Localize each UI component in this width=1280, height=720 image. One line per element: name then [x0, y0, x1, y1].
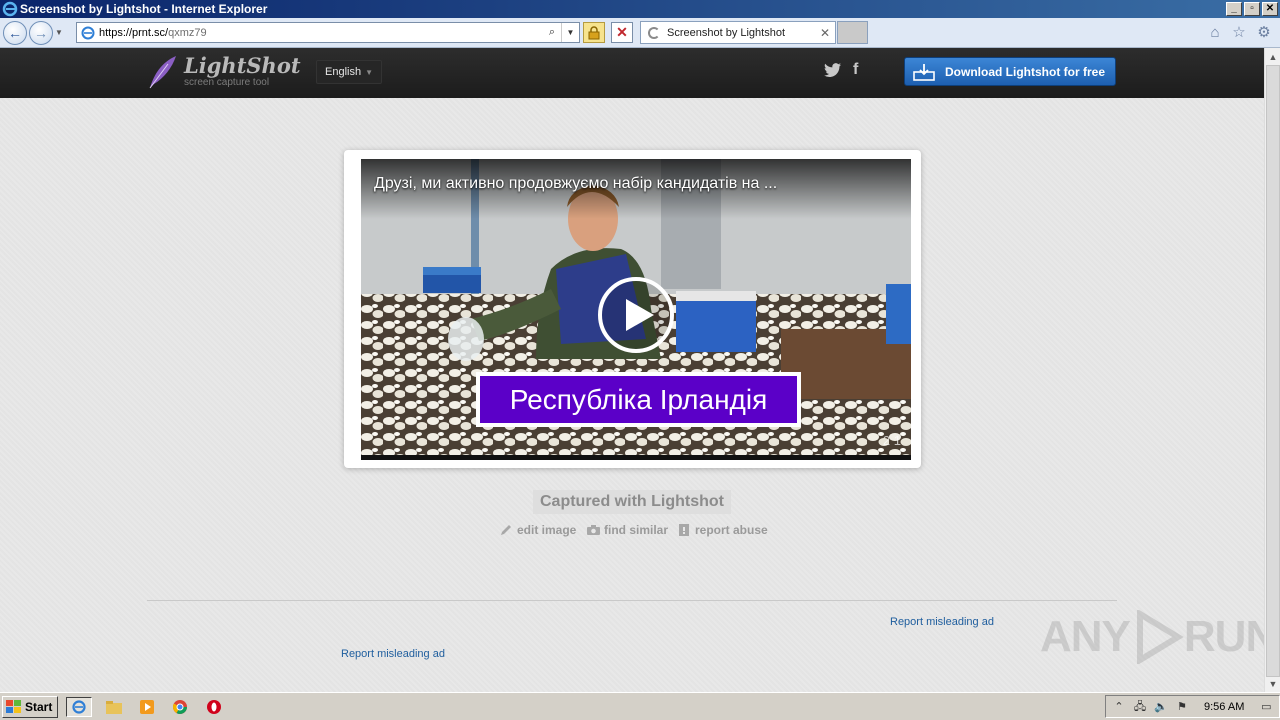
- page-icon: [81, 26, 95, 39]
- tray-chevron-up-icon[interactable]: ⌃: [1111, 699, 1127, 715]
- report-abuse-link[interactable]: report abuse: [678, 523, 768, 537]
- address-bar[interactable]: https://prnt.sc/qxmz79 ⌕ ▼: [76, 22, 580, 43]
- taskbar-clock[interactable]: 9:56 AM: [1204, 701, 1244, 713]
- taskbar-chrome-icon[interactable]: [169, 697, 191, 717]
- loading-icon: [648, 26, 660, 39]
- video-title: Друзі, ми активно продовжуємо набір канд…: [374, 175, 778, 192]
- download-label: Download Lightshot for free: [945, 64, 1105, 79]
- report-misleading-ad-link[interactable]: Report misleading ad: [341, 648, 445, 660]
- page-scrollbar[interactable]: ▲ ▼: [1264, 48, 1280, 692]
- play-icon[interactable]: [596, 275, 676, 355]
- internet-explorer-icon: [2, 1, 18, 17]
- action-center-flag-icon[interactable]: ⚑: [1174, 699, 1190, 715]
- volume-icon[interactable]: 🔈: [1153, 699, 1169, 715]
- tab-label: Screenshot by Lightshot: [667, 26, 786, 39]
- watermark-left: ANY: [1040, 612, 1131, 661]
- facebook-icon[interactable]: f: [853, 61, 858, 79]
- taskbar: Start: [0, 692, 1280, 720]
- divider: [147, 600, 1117, 601]
- home-icon[interactable]: ⌂: [1206, 24, 1224, 42]
- twitter-icon[interactable]: [824, 63, 841, 80]
- play-triangle-icon: [1136, 610, 1184, 664]
- lock-icon[interactable]: [583, 22, 605, 43]
- gear-icon[interactable]: ⚙: [1255, 24, 1273, 42]
- close-button[interactable]: ✕: [1262, 2, 1278, 16]
- pencil-icon: [501, 525, 511, 535]
- watermark-right: RUN: [1183, 612, 1264, 661]
- chevron-down-icon: ▼: [365, 68, 373, 77]
- window-titlebar: Screenshot by Lightshot - Internet Explo…: [0, 0, 1280, 18]
- new-tab-button[interactable]: [837, 21, 868, 44]
- scroll-thumb[interactable]: [1266, 65, 1280, 677]
- download-button[interactable]: Download Lightshot for free: [904, 57, 1116, 86]
- favorites-star-icon[interactable]: ☆: [1230, 24, 1248, 42]
- scroll-down-icon[interactable]: ▼: [1265, 675, 1280, 692]
- video-stats: 2 1: [882, 433, 901, 448]
- browser-navbar: ← → ▼ https://prnt.sc/qxmz79 ⌕ ▼ ✕ Scree…: [0, 18, 1280, 48]
- stop-icon[interactable]: ✕: [611, 22, 633, 43]
- taskbar-folder-icon[interactable]: [103, 697, 125, 717]
- arrow-right-icon: →: [34, 24, 48, 41]
- tab-close-icon[interactable]: ✕: [820, 26, 830, 40]
- maximize-button[interactable]: ▫: [1244, 2, 1260, 16]
- taskbar-opera-icon[interactable]: [203, 697, 225, 717]
- lightshot-logo[interactable]: LightShot screen capture tool: [146, 54, 301, 90]
- scroll-up-icon[interactable]: ▲: [1265, 48, 1280, 65]
- language-select[interactable]: English ▼: [316, 60, 382, 84]
- window-title: Screenshot by Lightshot - Internet Explo…: [20, 2, 268, 16]
- anyrun-watermark: ANY RUN: [1040, 610, 1264, 664]
- video-caption: Республіка Ірландія: [476, 372, 801, 427]
- arrow-left-icon: ←: [8, 24, 22, 41]
- camera-icon: [587, 525, 600, 535]
- captured-label: Captured with Lightshot: [533, 490, 731, 514]
- taskbar-media-player-icon[interactable]: [136, 697, 158, 717]
- back-button[interactable]: ←: [3, 20, 27, 45]
- video-progress-bar: [361, 455, 911, 460]
- feather-icon: [149, 56, 176, 89]
- address-dropdown-icon[interactable]: ▼: [561, 23, 579, 42]
- logo-tagline: screen capture tool: [184, 77, 270, 88]
- screenshot-image[interactable]: Друзі, ми активно продовжуємо набір канд…: [361, 159, 911, 460]
- logo-name: LightShot: [184, 53, 301, 78]
- report-misleading-ad-link[interactable]: Report misleading ad: [890, 616, 994, 628]
- window-controls: _ ▫ ✕: [1226, 2, 1278, 16]
- history-dropdown-icon[interactable]: ▼: [55, 28, 65, 37]
- page-content: LightShot screen capture tool English ▼ f…: [0, 48, 1264, 692]
- minimize-button[interactable]: _: [1226, 2, 1242, 16]
- search-icon[interactable]: ⌕: [543, 23, 561, 42]
- forward-button[interactable]: →: [29, 20, 53, 45]
- find-similar-link[interactable]: find similar: [587, 523, 668, 537]
- network-icon[interactable]: 🖧: [1132, 699, 1148, 715]
- site-header: LightShot screen capture tool English ▼ f…: [0, 48, 1264, 98]
- tab-lightshot[interactable]: Screenshot by Lightshot ✕: [640, 21, 836, 44]
- start-button[interactable]: Start: [2, 695, 59, 718]
- taskbar-ie-icon[interactable]: [66, 697, 92, 717]
- flag-icon: [679, 524, 689, 536]
- screenshot-card: Друзі, ми активно продовжуємо набір канд…: [344, 150, 921, 468]
- windows-logo-icon: [6, 699, 21, 713]
- system-tray: ⌃ 🖧 🔈 ⚑ 9:56 AM ▭: [1105, 695, 1280, 718]
- edit-image-link[interactable]: edit image: [500, 523, 576, 537]
- show-desktop-icon[interactable]: ▭: [1258, 699, 1274, 715]
- address-url: https://prnt.sc/qxmz79: [99, 26, 207, 39]
- cloud-download-icon: [913, 63, 935, 81]
